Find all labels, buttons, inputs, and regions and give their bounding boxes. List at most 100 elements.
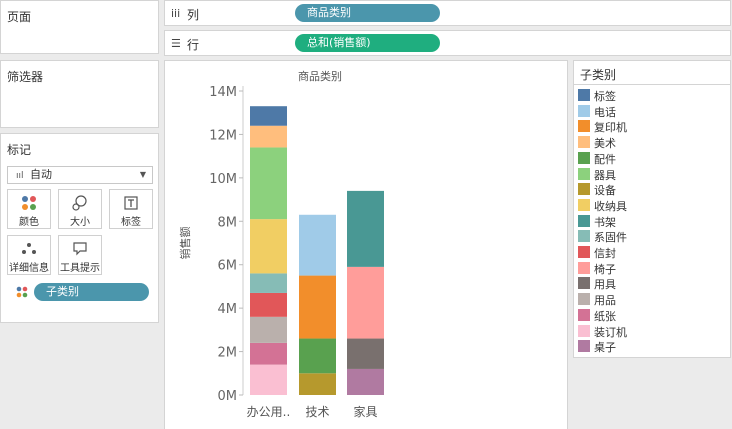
y-tick-label: 14M <box>209 85 237 100</box>
chart-title: 商品类别 <box>298 69 342 83</box>
size-button[interactable]: 大小 <box>58 189 102 229</box>
bar-segment <box>299 373 336 395</box>
marks-title: 标记 <box>7 143 32 157</box>
legend-divider <box>574 84 730 85</box>
legend-swatch <box>578 308 590 321</box>
filters-title: 筛选器 <box>7 70 44 84</box>
detail-button[interactable]: 详细信息 <box>7 235 51 275</box>
label-button[interactable]: 标签 <box>109 189 153 229</box>
bar-segment <box>250 125 287 148</box>
tooltip-button-label: 工具提示 <box>60 263 100 274</box>
legend-label: 用品 <box>594 294 616 308</box>
y-tick-label: 4M <box>218 302 238 317</box>
size-button-label: 大小 <box>70 217 90 228</box>
y-tick-label: 8M <box>218 215 238 230</box>
size-icon <box>72 195 87 211</box>
legend-label: 器具 <box>594 168 616 182</box>
tooltip-icon <box>73 242 87 256</box>
color-icon <box>22 196 36 210</box>
legend-label: 电话 <box>594 105 616 119</box>
columns-shelf[interactable]: iii 列 商品类别 <box>164 0 731 26</box>
subcategory-field-pill[interactable]: 子类别 <box>34 283 149 301</box>
chevron-down-icon: ▼ <box>139 170 146 179</box>
bar-segment <box>299 338 336 374</box>
legend-label: 装订机 <box>594 325 627 339</box>
legend-swatch <box>578 198 590 211</box>
color-field-icon <box>16 286 28 298</box>
bar-segment <box>250 106 287 126</box>
legend-swatch <box>578 183 590 196</box>
y-tick-label: 0M <box>218 389 238 404</box>
legend-label: 桌子 <box>594 341 616 355</box>
detail-icon <box>22 243 36 254</box>
rows-icon: ☰ <box>171 37 181 50</box>
marks-panel: 标记 ııl 自动 ▼ 颜色 大小 标签 详细信息 工具提示 子类别 <box>0 133 159 323</box>
legend-label: 收纳具 <box>594 199 627 213</box>
bar-segment <box>250 316 287 343</box>
filters-panel[interactable]: 筛选器 <box>0 60 159 128</box>
subcategory-pill-label: 子类别 <box>46 285 79 298</box>
bar-segment <box>347 266 384 339</box>
label-icon <box>124 196 138 210</box>
legend-label: 配件 <box>594 152 616 166</box>
columns-label: 列 <box>187 8 200 22</box>
legend-swatch <box>578 104 590 117</box>
color-button-label: 颜色 <box>19 217 39 228</box>
rows-pill-label: 总和(销售额) <box>307 36 371 49</box>
bar-segment <box>250 147 287 220</box>
bar-segment <box>299 275 336 339</box>
legend-label: 系固件 <box>594 231 627 245</box>
x-category-label: 技术 <box>305 405 329 419</box>
legend-swatch <box>578 230 590 243</box>
bar-segment <box>299 214 336 276</box>
tooltip-button[interactable]: 工具提示 <box>58 235 102 275</box>
y-axis-label: 销售额 <box>178 227 192 260</box>
rows-pill[interactable]: 总和(销售额) <box>295 34 440 52</box>
legend-swatch <box>578 293 590 306</box>
legend-panel: 子类别 标签 电话 复印机 美术 配件 器具 设备 收纳具 书架 系固件 信封 椅子 用具 用品 纸张 装订机… <box>573 60 731 358</box>
legend-label: 美术 <box>594 137 616 151</box>
legend-swatch <box>578 136 590 149</box>
legend-swatch <box>578 246 590 258</box>
bar-segment <box>250 292 287 317</box>
legend-label: 纸张 <box>594 309 616 323</box>
columns-pill[interactable]: 商品类别 <box>295 4 440 22</box>
bar-segment <box>250 342 287 365</box>
y-tick-label: 12M <box>209 128 237 143</box>
columns-pill-label: 商品类别 <box>307 6 351 19</box>
detail-button-label: 详细信息 <box>9 263 49 274</box>
legend-swatch <box>578 151 590 164</box>
legend-label: 标签 <box>594 90 616 103</box>
legend-label: 信封 <box>594 247 616 260</box>
legend-swatch <box>578 277 590 290</box>
bar-segment <box>250 364 287 395</box>
bar-segment <box>347 368 384 395</box>
legend-swatch <box>578 324 590 337</box>
label-button-label: 标签 <box>121 217 141 228</box>
color-button[interactable]: 颜色 <box>7 189 51 229</box>
mark-type-dropdown[interactable]: ııl 自动 ▼ <box>7 166 153 184</box>
pages-title: 页面 <box>7 10 32 24</box>
legend-label: 设备 <box>594 184 616 198</box>
pages-panel: 页面 <box>0 0 159 54</box>
rows-shelf[interactable]: ☰ 行 总和(销售额) <box>164 30 731 56</box>
columns-icon: iii <box>171 7 181 20</box>
legend-swatch <box>578 120 590 133</box>
y-tick-label: 2M <box>218 346 238 361</box>
bar-segment <box>250 219 287 274</box>
stacked-bar-chart: 商品类别销售额 0M 2M 4M 6M 8M 10M 12M 14M 办公用.. 技术 家具 <box>178 69 384 419</box>
legend-label: 用具 <box>594 278 616 292</box>
legend-swatch <box>578 340 590 353</box>
y-tick-label: 6M <box>218 259 238 274</box>
rows-label: 行 <box>187 38 200 52</box>
bar-mark-icon: ııl <box>16 171 24 181</box>
mark-type-label: 自动 <box>30 168 53 181</box>
legend-swatch <box>578 89 590 101</box>
bar-segment <box>250 273 287 293</box>
legend-swatch <box>578 214 590 227</box>
legend-label: 椅子 <box>594 262 616 276</box>
bar-segment <box>347 338 384 369</box>
legend-swatch <box>578 167 590 180</box>
legend-swatch <box>578 261 590 274</box>
x-category-label: 家具 <box>353 404 377 419</box>
